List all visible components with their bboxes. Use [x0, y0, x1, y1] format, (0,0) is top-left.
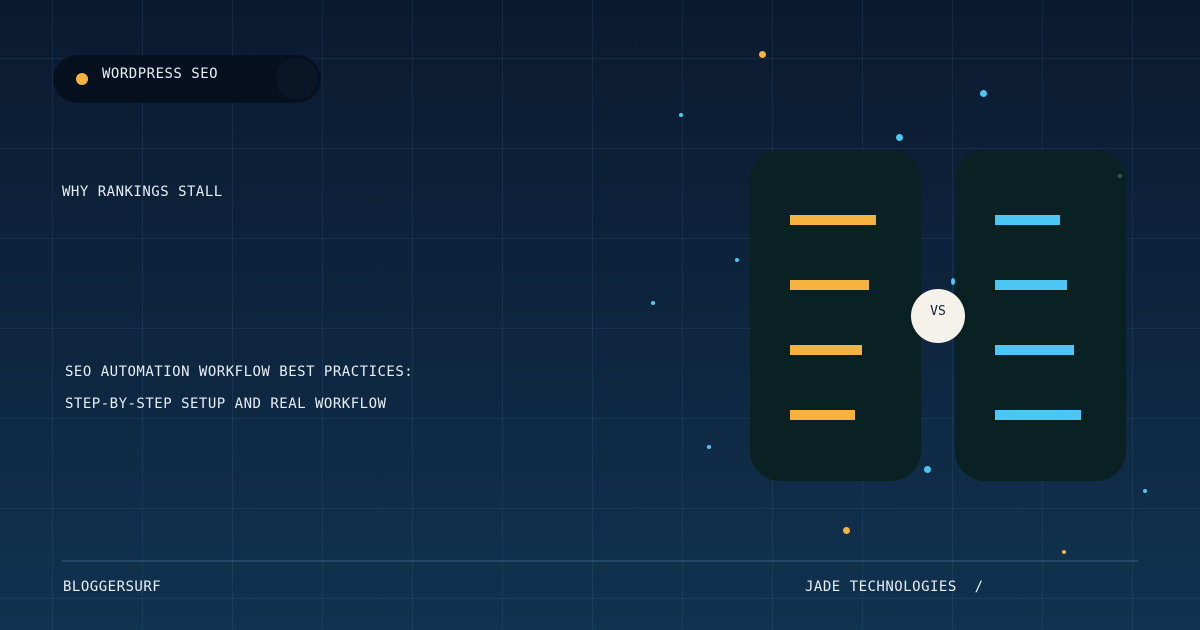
- sparkle-icon: [707, 445, 711, 449]
- sparkle-icon: [896, 134, 903, 141]
- list-bar: [995, 345, 1074, 355]
- brand-name: BLOGGERSURF: [63, 579, 162, 595]
- list-bar: [995, 410, 1081, 420]
- compare-panel-left: [750, 150, 921, 481]
- sparkle-icon: [924, 466, 931, 473]
- kicker-text: WHY RANKINGS STALL: [62, 184, 223, 200]
- list-bar: [995, 280, 1067, 290]
- list-bar: [790, 280, 869, 290]
- list-bar: [790, 215, 876, 225]
- sparkle-icon: [1062, 550, 1066, 554]
- badge-label: WORDPRESS SEO: [102, 66, 219, 82]
- sparkle-icon: [735, 258, 739, 262]
- badge-dot-icon: [76, 73, 88, 85]
- headline-line-2: STEP-BY-STEP SETUP AND REAL WORKFLOW: [65, 396, 387, 412]
- vs-badge: VS: [911, 289, 965, 343]
- sparkle-icon: [651, 301, 655, 305]
- sparkle-icon: [951, 278, 955, 285]
- list-bar: [995, 215, 1060, 225]
- sparkle-icon: [980, 90, 987, 97]
- headline-line-1: SEO AUTOMATION WORKFLOW BEST PRACTICES:: [65, 364, 414, 380]
- sparkle-icon: [1143, 489, 1147, 493]
- sparkle-icon: [1118, 174, 1122, 178]
- sparkle-icon: [759, 51, 766, 58]
- badge-knob-icon: [276, 58, 318, 100]
- compare-panel-right: [955, 150, 1126, 481]
- category-badge: WORDPRESS SEO: [54, 56, 320, 102]
- list-bar: [790, 410, 855, 420]
- sparkle-icon: [679, 113, 683, 117]
- publisher-name: JADE TECHNOLOGIES /: [805, 579, 984, 595]
- list-bar: [790, 345, 862, 355]
- sparkle-icon: [843, 527, 850, 534]
- footer-divider: [62, 560, 1138, 562]
